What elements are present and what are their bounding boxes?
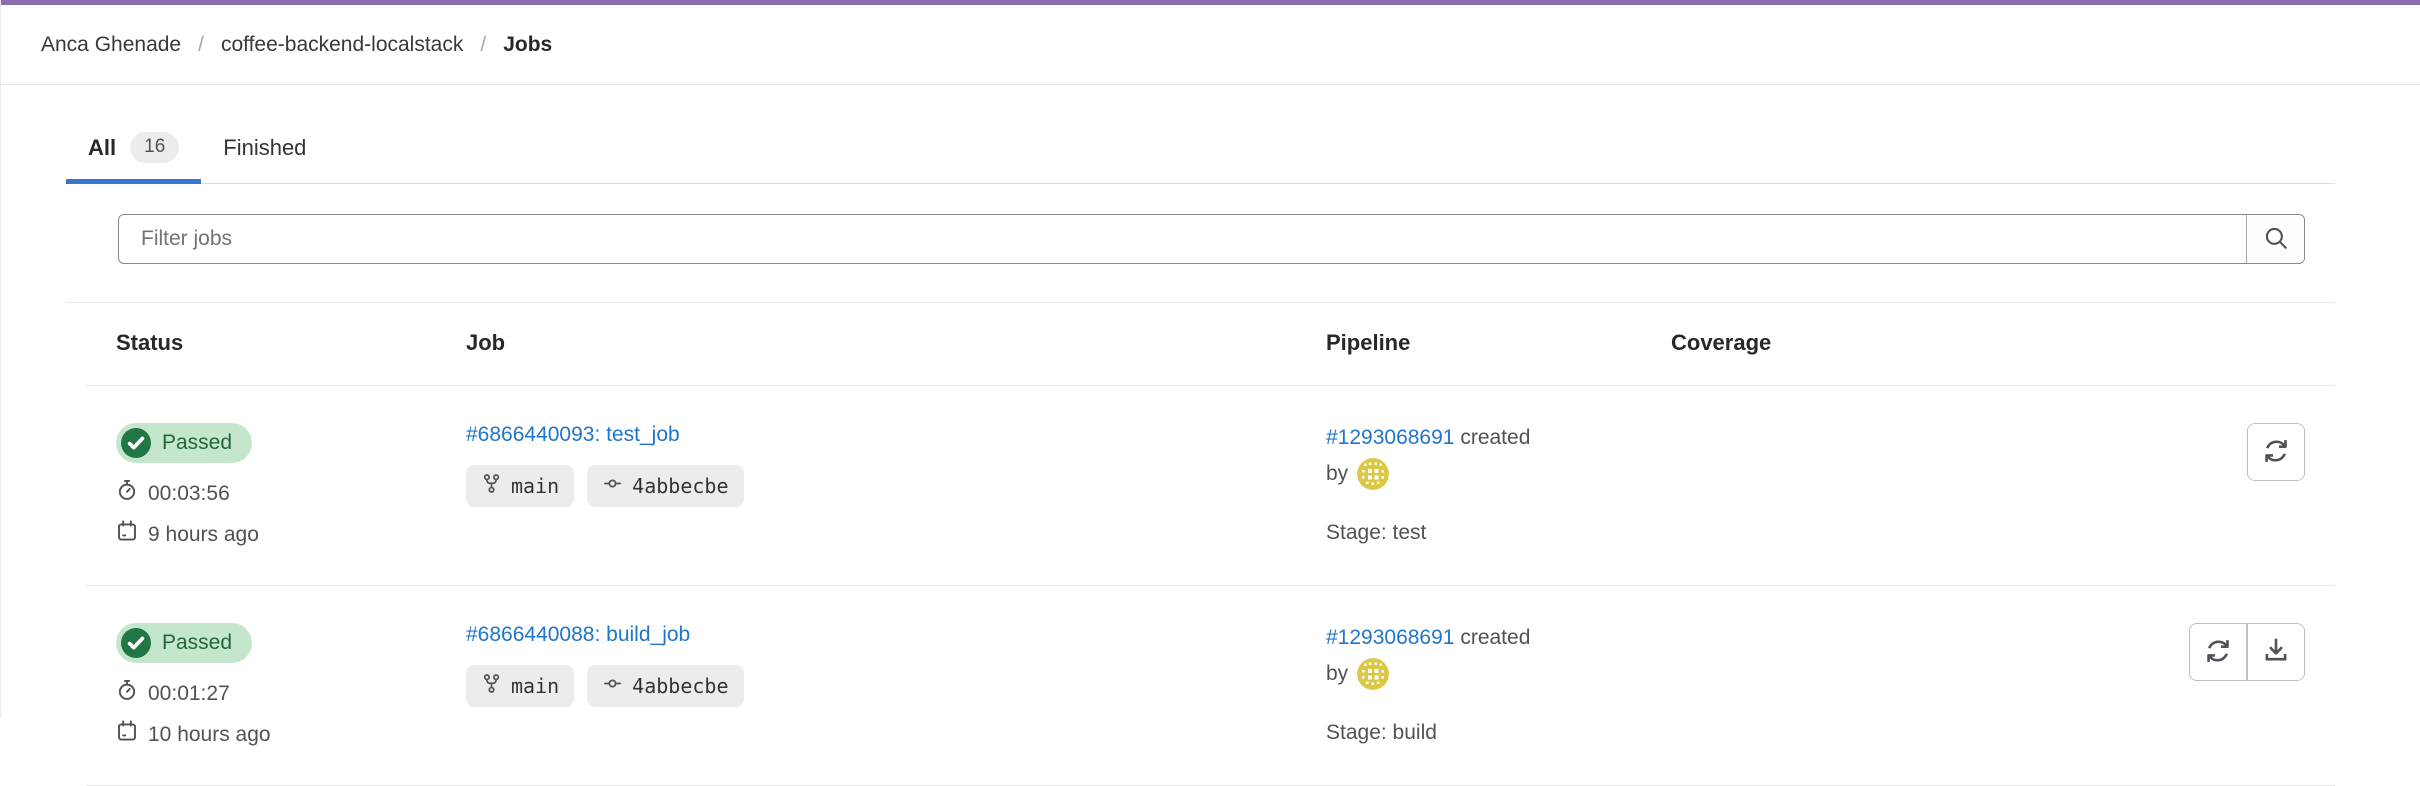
header-status: Status bbox=[86, 330, 436, 356]
retry-job-button[interactable] bbox=[2189, 623, 2247, 681]
duration-text: 00:03:56 bbox=[148, 481, 230, 507]
breadcrumb: Anca Ghenade / coffee-backend-localstack… bbox=[1, 5, 2420, 85]
ref-pills: main 4abbecbe bbox=[466, 665, 1296, 707]
status-badge-passed[interactable]: Passed bbox=[116, 623, 252, 663]
pipeline-by-line: by bbox=[1326, 658, 1641, 690]
pipeline-link[interactable]: #1293068691 bbox=[1326, 626, 1454, 649]
avatar[interactable] bbox=[1357, 658, 1389, 690]
jobs-tab-bar: All 16 Finished bbox=[66, 112, 2335, 184]
header-job: Job bbox=[436, 330, 1296, 356]
tab-finished[interactable]: Finished bbox=[201, 112, 328, 183]
pipeline-cell: #1293068691 created by bbox=[1296, 623, 1641, 748]
jobs-table-header: Status Job Pipeline Coverage bbox=[86, 303, 2335, 386]
breadcrumb-separator: / bbox=[480, 33, 486, 57]
age-text: 10 hours ago bbox=[148, 722, 271, 748]
table-row: Passed 00:03:56 9 hours bbox=[86, 386, 2335, 586]
breadcrumb-item-jobs[interactable]: Jobs bbox=[503, 33, 552, 57]
commit-icon bbox=[602, 673, 623, 699]
retry-job-button[interactable] bbox=[2247, 423, 2305, 481]
commit-sha: 4abbecbe bbox=[632, 674, 728, 698]
status-cell: Passed 00:01:27 10 hours bbox=[86, 623, 436, 749]
pipeline-suffix: created bbox=[1460, 626, 1530, 649]
avatar[interactable] bbox=[1357, 458, 1389, 490]
by-label: by bbox=[1326, 459, 1348, 489]
check-circle-icon bbox=[121, 628, 151, 658]
branch-name: main bbox=[511, 674, 559, 698]
header-actions bbox=[1991, 330, 2335, 356]
search-icon bbox=[2263, 225, 2289, 254]
age-text: 9 hours ago bbox=[148, 522, 259, 548]
by-label: by bbox=[1326, 659, 1348, 689]
commit-sha: 4abbecbe bbox=[632, 474, 728, 498]
pipeline-line: #1293068691 created bbox=[1326, 623, 1641, 653]
commit-icon bbox=[602, 473, 623, 499]
commit-pill[interactable]: 4abbecbe bbox=[587, 665, 743, 707]
tab-finished-label: Finished bbox=[223, 135, 306, 161]
branch-pill[interactable]: main bbox=[466, 665, 574, 707]
status-cell: Passed 00:03:56 9 hours bbox=[86, 423, 436, 549]
job-age: 10 hours ago bbox=[116, 720, 436, 749]
pipeline-link[interactable]: #1293068691 bbox=[1326, 426, 1454, 449]
download-artifacts-button[interactable] bbox=[2247, 623, 2305, 681]
filter-jobs-box bbox=[118, 214, 2305, 264]
job-duration: 00:01:27 bbox=[116, 679, 436, 708]
header-pipeline: Pipeline bbox=[1296, 330, 1641, 356]
pipeline-by-line: by bbox=[1326, 458, 1641, 490]
calendar-icon bbox=[116, 520, 138, 549]
status-label: Passed bbox=[162, 628, 232, 658]
job-cell: #6866440088: build_job main bbox=[436, 623, 1296, 707]
branch-icon bbox=[481, 673, 502, 699]
pipeline-suffix: created bbox=[1460, 426, 1530, 449]
branch-icon bbox=[481, 473, 502, 499]
stopwatch-icon bbox=[116, 679, 138, 708]
status-badge-passed[interactable]: Passed bbox=[116, 423, 252, 463]
check-circle-icon bbox=[121, 428, 151, 458]
job-link[interactable]: #6866440093: test_job bbox=[466, 423, 680, 446]
job-link[interactable]: #6866440088: build_job bbox=[466, 623, 690, 646]
branch-pill[interactable]: main bbox=[466, 465, 574, 507]
stage-label: Stage: test bbox=[1326, 518, 1641, 548]
retry-icon bbox=[2204, 637, 2232, 668]
actions-cell bbox=[1991, 623, 2335, 681]
job-duration: 00:03:56 bbox=[116, 479, 436, 508]
status-label: Passed bbox=[162, 428, 232, 458]
retry-icon bbox=[2262, 437, 2290, 468]
ref-pills: main 4abbecbe bbox=[466, 465, 1296, 507]
tab-all[interactable]: All 16 bbox=[66, 112, 201, 183]
tab-all-label: All bbox=[88, 135, 116, 161]
pipeline-line: #1293068691 created bbox=[1326, 423, 1641, 453]
filter-section bbox=[66, 184, 2335, 303]
branch-name: main bbox=[511, 474, 559, 498]
tab-all-count-badge: 16 bbox=[130, 132, 179, 163]
pipeline-cell: #1293068691 created by bbox=[1296, 423, 1641, 548]
breadcrumb-item-project[interactable]: coffee-backend-localstack bbox=[221, 33, 463, 57]
download-icon bbox=[2262, 637, 2290, 668]
stage-label: Stage: build bbox=[1326, 718, 1641, 748]
job-age: 9 hours ago bbox=[116, 520, 436, 549]
job-cell: #6866440093: test_job main bbox=[436, 423, 1296, 507]
calendar-icon bbox=[116, 720, 138, 749]
jobs-table: Status Job Pipeline Coverage Passed bbox=[86, 303, 2335, 786]
breadcrumb-item-user[interactable]: Anca Ghenade bbox=[41, 33, 181, 57]
filter-jobs-input[interactable] bbox=[119, 215, 2246, 263]
stopwatch-icon bbox=[116, 479, 138, 508]
commit-pill[interactable]: 4abbecbe bbox=[587, 465, 743, 507]
duration-text: 00:01:27 bbox=[148, 681, 230, 707]
table-row: Passed 00:01:27 10 hours bbox=[86, 586, 2335, 786]
actions-cell bbox=[1991, 423, 2335, 481]
job-actions-group bbox=[2189, 623, 2305, 681]
search-button[interactable] bbox=[2246, 215, 2304, 263]
header-coverage: Coverage bbox=[1641, 330, 1991, 356]
breadcrumb-separator: / bbox=[198, 33, 204, 57]
